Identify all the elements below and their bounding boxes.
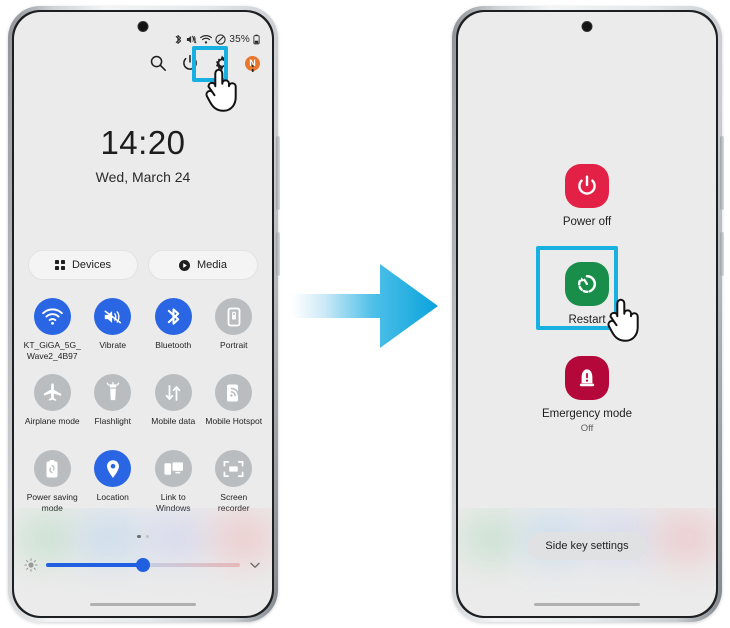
right-phone-bezel: Power off Restart Emergency mode Off Sid…: [456, 10, 718, 618]
mobile-data-icon: [154, 374, 192, 411]
devices-button[interactable]: Devices: [28, 250, 138, 280]
brightness-knob[interactable]: [136, 558, 150, 572]
front-camera-icon: [137, 21, 149, 32]
toggle-label: Vibrate: [99, 340, 127, 350]
brightness-low-icon: [24, 558, 38, 572]
search-icon[interactable]: [149, 54, 167, 72]
toggle-wifi[interactable]: KT_GiGA_5G_Wave2_4B97: [22, 298, 83, 374]
screen-recorder-icon: [215, 450, 253, 487]
power-saving-icon: [33, 450, 71, 487]
emergency-mode-label: Emergency mode: [541, 408, 633, 420]
do-not-disturb-icon: [215, 34, 227, 45]
toggle-airplane-mode[interactable]: Airplane mode: [22, 374, 83, 450]
media-button[interactable]: Media: [148, 250, 258, 280]
toggle-label: Flashlight: [94, 416, 131, 426]
more-options-icon[interactable]: [251, 64, 254, 72]
rotation-lock-icon: [215, 298, 253, 335]
right-phone-frame: Power off Restart Emergency mode Off Sid…: [452, 6, 724, 622]
volume-key[interactable]: [276, 136, 280, 210]
clock-time: 14:20: [100, 124, 186, 161]
quick-settings-grid: KT_GiGA_5G_Wave2_4B97 Vibrate Bluetooth …: [22, 298, 264, 526]
toggle-label: Airplane mode: [24, 416, 80, 426]
toggle-mobile-data[interactable]: Mobile data: [143, 374, 204, 450]
power-icon[interactable]: [181, 54, 199, 72]
wifi-icon: [33, 298, 71, 335]
airplane-icon: [33, 374, 71, 411]
quick-panel-actions: N: [149, 54, 260, 72]
side-key-settings-button[interactable]: Side key settings: [527, 532, 647, 560]
vibrate-icon: [94, 298, 132, 335]
battery-icon: [253, 34, 260, 45]
toggle-mobile-hotspot[interactable]: Mobile Hotspot: [204, 374, 265, 450]
power-off-icon: [565, 164, 609, 208]
wifi-icon: [200, 34, 213, 45]
flashlight-icon: [94, 374, 132, 411]
power-off-option[interactable]: Power off: [458, 164, 716, 228]
restart-label: Restart: [568, 314, 606, 326]
emergency-mode-state: Off: [580, 423, 594, 434]
media-label: Media: [197, 259, 227, 271]
chevron-down-icon[interactable]: [248, 558, 262, 572]
toggle-flashlight[interactable]: Flashlight: [83, 374, 144, 450]
home-indicator[interactable]: [534, 602, 640, 606]
side-power-key[interactable]: [720, 232, 724, 276]
page-indicator: [14, 534, 272, 538]
devices-grid-icon: [54, 260, 65, 270]
page-dot-active: [137, 534, 141, 538]
toggle-label: Portrait: [220, 340, 248, 350]
account-badge[interactable]: N: [245, 55, 260, 72]
side-power-key[interactable]: [276, 232, 280, 276]
clock-date: Wed, March 24: [95, 169, 191, 185]
toggle-label: Mobile data: [151, 416, 196, 426]
brightness-fill: [46, 563, 143, 567]
left-phone-screen: 35% N 14:20 Wed, March 24 Devices Media …: [14, 12, 272, 616]
devices-label: Devices: [71, 259, 112, 271]
restart-option[interactable]: Restart: [458, 262, 716, 326]
page-dot: [145, 534, 149, 538]
emergency-mode-icon: [565, 356, 609, 400]
left-phone-frame: 35% N 14:20 Wed, March 24 Devices Media …: [8, 6, 280, 622]
toggle-label: Location: [96, 492, 129, 502]
lock-clock: 14:20 Wed, March 24: [14, 126, 272, 185]
brightness-slider[interactable]: [46, 558, 240, 572]
hotspot-icon: [215, 374, 253, 411]
status-bar: 35%: [174, 34, 260, 45]
toggle-label: Bluetooth: [155, 340, 192, 350]
toggle-label: KT_GiGA_5G_Wave2_4B97: [23, 340, 81, 361]
media-play-icon: [179, 259, 191, 271]
restart-icon: [565, 262, 609, 306]
toggle-vibrate[interactable]: Vibrate: [83, 298, 144, 374]
tutorial-illustration: 35% N 14:20 Wed, March 24 Devices Media …: [0, 0, 730, 628]
toggle-label: Mobile Hotspot: [205, 416, 263, 426]
toggle-bluetooth[interactable]: Bluetooth: [143, 298, 204, 374]
right-phone-screen: Power off Restart Emergency mode Off Sid…: [458, 12, 716, 616]
emergency-mode-option[interactable]: Emergency mode Off: [458, 356, 716, 434]
quick-settings-row: Airplane mode Flashlight Mobile data Mob…: [22, 374, 264, 450]
quick-panel-pills: Devices Media: [28, 250, 258, 280]
home-indicator[interactable]: [90, 602, 196, 606]
location-pin-icon: [94, 450, 132, 487]
left-phone-bezel: 35% N 14:20 Wed, March 24 Devices Media …: [12, 10, 274, 618]
brightness-slider-row: [24, 558, 262, 572]
gear-icon[interactable]: [213, 54, 231, 72]
quick-settings-row: KT_GiGA_5G_Wave2_4B97 Vibrate Bluetooth …: [22, 298, 264, 374]
volume-key[interactable]: [720, 136, 724, 210]
bluetooth-icon: [154, 298, 192, 335]
toggle-portrait[interactable]: Portrait: [204, 298, 265, 374]
battery-percent-label: 35%: [229, 34, 250, 45]
power-off-label: Power off: [562, 216, 612, 228]
background-blobs: [14, 508, 272, 598]
right-arrow: [292, 258, 440, 359]
mute-icon: [186, 34, 197, 45]
link-to-windows-icon: [154, 450, 192, 487]
bluetooth-icon: [174, 34, 183, 45]
